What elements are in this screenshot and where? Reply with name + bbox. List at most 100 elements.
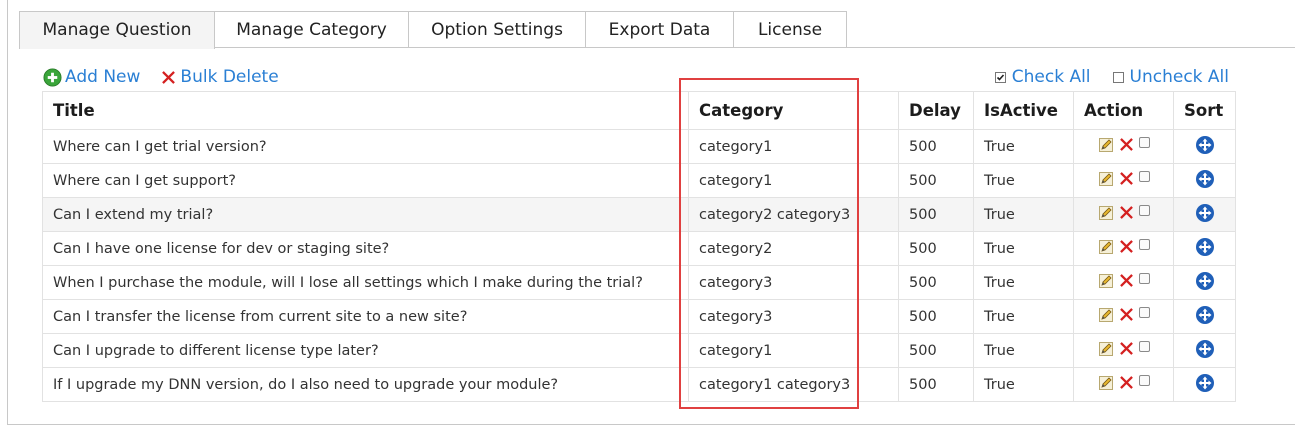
bulk-delete-button[interactable]: Bulk Delete xyxy=(160,67,279,87)
tab-manage-category[interactable]: Manage Category xyxy=(215,11,409,48)
red-x-icon[interactable] xyxy=(1118,272,1135,293)
column-header-title[interactable]: Title xyxy=(42,91,689,130)
question-category: category2 xyxy=(688,231,899,266)
question-category: category3 xyxy=(688,299,899,334)
move-arrows-icon[interactable] xyxy=(1195,135,1215,159)
table-row: Can I extend my trial? category2 category… xyxy=(42,197,1236,232)
checked-box-icon xyxy=(994,71,1006,83)
question-delay: 500 xyxy=(898,333,974,368)
question-isactive: True xyxy=(973,333,1074,368)
table-row: Can I upgrade to different license type … xyxy=(42,333,1236,368)
row-select-checkbox[interactable] xyxy=(1138,205,1150,216)
tab-bar: Manage Question Manage Category Option S… xyxy=(19,11,847,49)
questions-table: Title Category Delay IsActive Action Sor… xyxy=(42,91,1236,402)
red-x-icon[interactable] xyxy=(1118,374,1135,395)
row-select-checkbox[interactable] xyxy=(1138,239,1150,250)
table-body: Where can I get trial version? category1 5… xyxy=(42,129,1236,402)
move-arrows-icon[interactable] xyxy=(1195,169,1215,193)
red-x-icon[interactable] xyxy=(1118,136,1135,157)
pencil-icon[interactable] xyxy=(1098,307,1114,327)
action-cell xyxy=(1073,367,1174,402)
question-isactive: True xyxy=(973,163,1074,198)
action-cell xyxy=(1073,265,1174,300)
table-row: Where can I get support? category1 500 True xyxy=(42,163,1236,198)
row-select-checkbox[interactable] xyxy=(1138,375,1150,386)
pencil-icon[interactable] xyxy=(1098,137,1114,157)
question-title: Can I upgrade to different license type … xyxy=(42,333,689,368)
tab-export-data[interactable]: Export Data xyxy=(586,11,734,48)
move-arrows-icon[interactable] xyxy=(1195,305,1215,329)
table-row: Can I have one license for dev or stagin… xyxy=(42,231,1236,266)
add-new-label: Add New xyxy=(65,67,141,87)
row-select-checkbox[interactable] xyxy=(1138,341,1150,352)
action-cell xyxy=(1073,299,1174,334)
question-delay: 500 xyxy=(898,265,974,300)
question-title: Where can I get trial version? xyxy=(42,129,689,164)
red-x-icon[interactable] xyxy=(1118,238,1135,259)
question-title: Where can I get support? xyxy=(42,163,689,198)
table-header-row: Title Category Delay IsActive Action Sor… xyxy=(42,91,1236,130)
red-x-icon[interactable] xyxy=(1118,340,1135,361)
move-arrows-icon[interactable] xyxy=(1195,203,1215,227)
question-delay: 500 xyxy=(898,299,974,334)
question-category: category1 xyxy=(688,163,899,198)
row-select-checkbox[interactable] xyxy=(1138,273,1150,284)
column-header-sort: Sort xyxy=(1173,91,1236,130)
question-title: When I purchase the module, will I lose … xyxy=(42,265,689,300)
table-row: If I upgrade my DNN version, do I also n… xyxy=(42,367,1236,402)
action-cell xyxy=(1073,163,1174,198)
move-arrows-icon[interactable] xyxy=(1195,339,1215,363)
check-all-button[interactable]: Check All xyxy=(994,67,1091,87)
question-title: If I upgrade my DNN version, do I also n… xyxy=(42,367,689,402)
question-delay: 500 xyxy=(898,367,974,402)
move-arrows-icon[interactable] xyxy=(1195,373,1215,397)
tab-manage-question[interactable]: Manage Question xyxy=(19,11,215,49)
question-isactive: True xyxy=(973,197,1074,232)
tab-license[interactable]: License xyxy=(734,11,847,48)
pencil-icon[interactable] xyxy=(1098,171,1114,191)
add-new-button[interactable]: Add New xyxy=(43,67,140,87)
action-cell xyxy=(1073,231,1174,266)
uncheck-all-label: Uncheck All xyxy=(1129,67,1229,87)
bulk-delete-label: Bulk Delete xyxy=(180,67,279,87)
question-delay: 500 xyxy=(898,129,974,164)
pencil-icon[interactable] xyxy=(1098,239,1114,259)
sort-cell xyxy=(1173,367,1236,402)
row-select-checkbox[interactable] xyxy=(1138,171,1150,182)
pencil-icon[interactable] xyxy=(1098,375,1114,395)
column-header-category[interactable]: Category xyxy=(688,91,899,130)
question-isactive: True xyxy=(973,367,1074,402)
table-row: Where can I get trial version? category1 5… xyxy=(42,129,1236,164)
column-header-isactive[interactable]: IsActive xyxy=(973,91,1074,130)
pencil-icon[interactable] xyxy=(1098,273,1114,293)
sort-cell xyxy=(1173,333,1236,368)
pencil-icon[interactable] xyxy=(1098,341,1114,361)
pencil-icon[interactable] xyxy=(1098,205,1114,225)
active-tab-joint xyxy=(20,46,214,49)
check-all-label: Check All xyxy=(1011,67,1091,87)
red-x-icon[interactable] xyxy=(1118,204,1135,225)
sort-cell xyxy=(1173,231,1236,266)
red-x-icon[interactable] xyxy=(1118,306,1135,327)
uncheck-all-button[interactable]: Uncheck All xyxy=(1112,67,1229,87)
red-x-icon[interactable] xyxy=(1118,170,1135,191)
question-isactive: True xyxy=(973,129,1074,164)
action-cell xyxy=(1073,333,1174,368)
move-arrows-icon[interactable] xyxy=(1195,237,1215,261)
question-delay: 500 xyxy=(898,231,974,266)
question-delay: 500 xyxy=(898,163,974,198)
question-title: Can I extend my trial? xyxy=(42,197,689,232)
tab-option-settings[interactable]: Option Settings xyxy=(409,11,586,48)
table-row: When I purchase the module, will I lose … xyxy=(42,265,1236,300)
column-header-delay[interactable]: Delay xyxy=(898,91,974,130)
question-isactive: True xyxy=(973,265,1074,300)
table-row: Can I transfer the license from current … xyxy=(42,299,1236,334)
move-arrows-icon[interactable] xyxy=(1195,271,1215,295)
question-isactive: True xyxy=(973,231,1074,266)
action-cell xyxy=(1073,129,1174,164)
row-select-checkbox[interactable] xyxy=(1138,137,1150,148)
question-title: Can I transfer the license from current … xyxy=(42,299,689,334)
row-select-checkbox[interactable] xyxy=(1138,307,1150,318)
question-title: Can I have one license for dev or stagin… xyxy=(42,231,689,266)
action-cell xyxy=(1073,197,1174,232)
